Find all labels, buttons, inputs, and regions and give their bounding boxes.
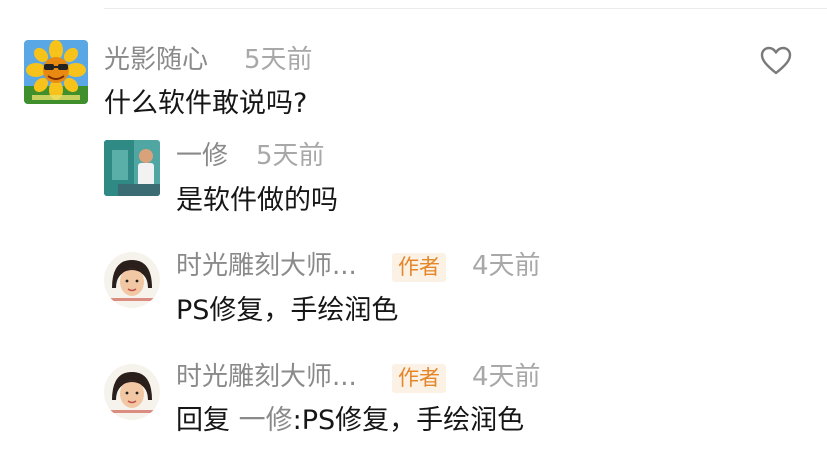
reply-timestamp: 4天前 — [472, 251, 541, 281]
reply-text: 是软件做的吗 — [176, 185, 338, 216]
avatar[interactable] — [24, 40, 88, 104]
portrait-avatar-icon — [104, 364, 160, 420]
reply-author[interactable]: 时光雕刻大师... — [176, 364, 357, 390]
reply-mention[interactable]: 一修 — [239, 405, 293, 436]
photo-avatar-icon — [104, 140, 160, 196]
reply-author[interactable]: 时光雕刻大师... — [176, 253, 357, 279]
avatar[interactable] — [104, 364, 160, 420]
reply-prefix: 回复 — [176, 405, 239, 436]
avatar[interactable] — [104, 252, 160, 308]
reply-text: :PS修复，手绘润色 — [292, 405, 525, 436]
reply-timestamp: 5天前 — [256, 141, 325, 171]
reply-timestamp: 4天前 — [472, 362, 541, 392]
comment-author[interactable]: 光影随心 — [104, 47, 208, 73]
reply-author[interactable]: 一修 — [176, 143, 228, 169]
avatar[interactable] — [104, 140, 160, 196]
sunflower-avatar-icon — [24, 40, 88, 104]
author-badge: 作者 — [392, 364, 446, 393]
reply-text-line: 回复 一修:PS修复，手绘润色 — [176, 407, 524, 434]
portrait-avatar-icon — [104, 252, 160, 308]
top-divider — [104, 8, 827, 9]
author-badge: 作者 — [392, 253, 446, 282]
reply-text: PS修复，手绘润色 — [176, 295, 399, 326]
heart-outline-icon[interactable] — [760, 46, 792, 76]
comment-text: 什么软件敢说吗? — [104, 88, 308, 119]
comment-timestamp: 5天前 — [244, 45, 313, 75]
